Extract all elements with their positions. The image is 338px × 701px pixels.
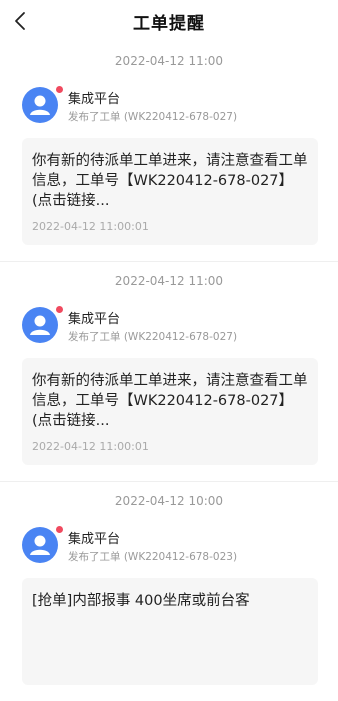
- unread-dot: [55, 305, 64, 314]
- card-timestamp: 2022-04-12 11:00:01: [32, 440, 149, 453]
- page-title: 工单提醒: [133, 14, 205, 34]
- message-subtitle: 发布了工单 (WK220412-678-027): [68, 111, 238, 123]
- user-icon: [30, 535, 50, 555]
- unread-dot: [55, 85, 64, 94]
- message-content: 你有新的待派单工单进来，请注意查看工单信息，工单号【WK220412-678-0…: [32, 153, 308, 209]
- message-subtitle: 发布了工单 (WK220412-678-023): [68, 551, 238, 563]
- message-card[interactable]: 你有新的待派单工单进来，请注意查看工单信息，工单号【WK220412-678-0…: [22, 358, 318, 465]
- unread-dot: [55, 525, 64, 534]
- message-timestamp: 2022-04-12 11:00: [114, 54, 224, 68]
- avatar[interactable]: [22, 87, 58, 123]
- message-list[interactable]: 2022-04-12 11:00 集成平台 发布了工单 (WK220412-67…: [0, 42, 338, 701]
- card-timestamp: 2022-04-12 11:00:01: [32, 220, 149, 233]
- message-item: 2022-04-12 11:00 集成平台 发布了工单 (WK220412-67…: [0, 261, 338, 481]
- sender-name: 集成平台: [68, 92, 121, 107]
- user-icon: [30, 95, 50, 115]
- message-content: [抢单]内部报事 400坐席或前台客: [32, 593, 250, 609]
- message-item: 2022-04-12 11:00 集成平台 发布了工单 (WK220412-67…: [0, 42, 338, 261]
- message-timestamp: 2022-04-12 11:00: [114, 274, 224, 288]
- sender-name: 集成平台: [68, 532, 121, 547]
- message-card[interactable]: [抢单]内部报事 400坐席或前台客: [22, 578, 318, 685]
- avatar[interactable]: [22, 307, 58, 343]
- user-icon: [30, 315, 50, 335]
- sender-name: 集成平台: [68, 312, 121, 327]
- avatar[interactable]: [22, 527, 58, 563]
- message-card[interactable]: 你有新的待派单工单进来，请注意查看工单信息，工单号【WK220412-678-0…: [22, 138, 318, 245]
- message-content: 你有新的待派单工单进来，请注意查看工单信息，工单号【WK220412-678-0…: [32, 373, 308, 429]
- message-item: 2022-04-12 10:00 集成平台 发布了工单 (WK220412-67…: [0, 481, 338, 701]
- message-timestamp: 2022-04-12 10:00: [114, 494, 224, 508]
- top-bar: 工单提醒: [0, 0, 338, 42]
- message-subtitle: 发布了工单 (WK220412-678-027): [68, 331, 238, 343]
